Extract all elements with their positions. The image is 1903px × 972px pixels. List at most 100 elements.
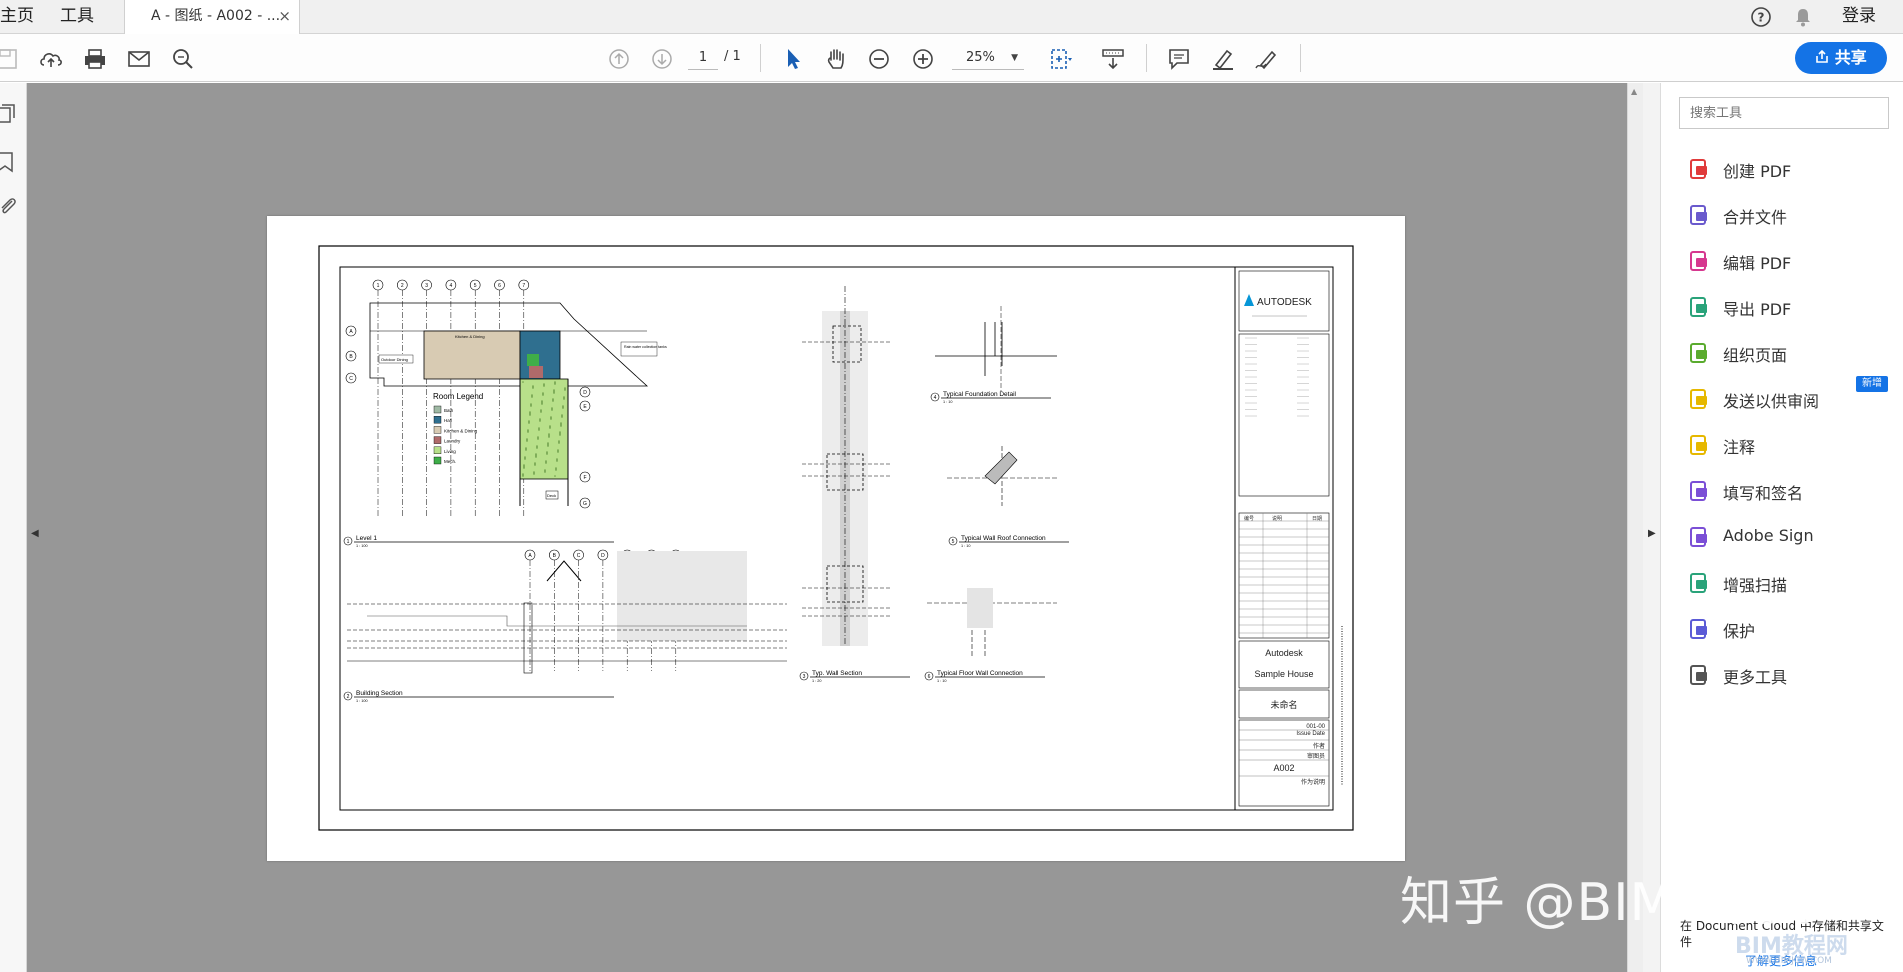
document-tab[interactable]: A - 图纸 - A002 - ... ×: [124, 0, 300, 35]
tool-protect[interactable]: 保护: [1687, 615, 1897, 643]
tools-pane: 创建 PDF 合并文件编辑 PDF 导出 PDF 组织页面发送以供审阅注释填写和签名 A…: [1661, 83, 1903, 972]
tool-export-pdf[interactable]: 导出 PDF: [1687, 293, 1897, 321]
grid-bubble: E: [579, 400, 591, 412]
view-title-1: 1 Level 1 1 : 100: [343, 535, 614, 548]
search-icon[interactable]: [170, 46, 196, 72]
edit-pdf-icon: [1687, 249, 1711, 273]
help-icon[interactable]: ?: [1750, 0, 1772, 34]
tool-more-tools[interactable]: 更多工具: [1687, 661, 1897, 689]
svg-text:4: 4: [450, 283, 453, 289]
logo-text: AUTODESK: [1257, 297, 1312, 308]
svg-text:1 : 100: 1 : 100: [356, 699, 368, 703]
section-grid-bubble: A: [524, 549, 536, 671]
title-block: AUTODESK 编号 说明 日期 Autodesk Sample House …: [1234, 266, 1343, 811]
export-pdf-icon: [1687, 295, 1711, 319]
grid-bubble: D: [579, 386, 591, 398]
fit-page-icon[interactable]: [1048, 46, 1074, 72]
vertical-scrollbar[interactable]: ▲: [1627, 83, 1643, 972]
title-reviewer: 审图员: [1307, 752, 1325, 760]
zoom-level-select[interactable]: 25% ▼: [952, 46, 1024, 70]
svg-text:Living: Living: [444, 449, 456, 454]
tool-label: 发送以供审阅: [1723, 392, 1820, 411]
legend-item: Mech.: [433, 456, 456, 465]
title-project: Sample House: [1254, 669, 1313, 679]
svg-text:1: 1: [347, 539, 350, 545]
send-for-review-icon: [1687, 387, 1711, 411]
login-link[interactable]: 登录: [1842, 0, 1876, 34]
zoom-out-icon[interactable]: [866, 46, 892, 72]
tool-label: 注释: [1723, 438, 1756, 457]
svg-text:3: 3: [803, 674, 806, 680]
svg-text:Level 1: Level 1: [356, 535, 377, 542]
architectural-drawing: AUTODESK 编号 说明 日期 Autodesk Sample House …: [318, 245, 1354, 831]
comment-icon[interactable]: [1166, 46, 1192, 72]
scroll-mode-icon[interactable]: [1100, 46, 1126, 72]
pdf-page: AUTODESK 编号 说明 日期 Autodesk Sample House …: [267, 216, 1405, 861]
svg-text:1: 1: [377, 283, 380, 289]
tool-adobe-sign[interactable]: Adobe Sign: [1687, 523, 1897, 551]
tool-label: 填写和签名: [1723, 484, 1804, 503]
collapse-tools-pane-icon[interactable]: ▶: [1648, 528, 1656, 539]
next-page-icon[interactable]: [649, 46, 675, 72]
highlight-pen-icon[interactable]: [1210, 46, 1236, 72]
bookmark-icon[interactable]: [0, 151, 20, 173]
fill-sign-icon: [1687, 479, 1711, 503]
toolbar-divider: [1300, 44, 1301, 72]
bell-icon[interactable]: [1792, 0, 1814, 34]
tool-organize-pages[interactable]: 组织页面: [1687, 339, 1897, 367]
protect-icon: [1687, 617, 1711, 641]
tool-enhance-scan[interactable]: 增强扫描: [1687, 569, 1897, 597]
collapse-left-panel-icon[interactable]: ◀: [31, 528, 39, 539]
tool-create-pdf[interactable]: 创建 PDF: [1687, 155, 1897, 183]
tool-combine-files[interactable]: 合并文件: [1687, 201, 1897, 229]
previous-page-icon[interactable]: [606, 46, 632, 72]
tool-fill-sign[interactable]: 填写和签名: [1687, 477, 1897, 505]
toolbar-divider: [760, 44, 761, 72]
view-title-6: 6 Typical Floor Wall Connection 1 : 10: [924, 670, 1045, 683]
print-icon[interactable]: [82, 46, 108, 72]
page-number-input[interactable]: [688, 46, 718, 70]
combine-files-icon: [1687, 203, 1711, 227]
grid-bubble: 2: [397, 279, 408, 516]
grid-bubble: 1: [372, 279, 384, 516]
share-button[interactable]: 共享: [1795, 42, 1887, 74]
detail-views: [927, 306, 1057, 656]
tools-search-input[interactable]: [1679, 97, 1889, 129]
grid-bubble: B: [345, 350, 357, 362]
section-grid-bubble: D: [597, 549, 609, 671]
scroll-up-icon[interactable]: ▲: [1631, 87, 1637, 96]
tool-label: 更多工具: [1723, 668, 1788, 687]
svg-text:1 : 10: 1 : 10: [961, 544, 971, 548]
autodesk-logo-icon: [1244, 294, 1254, 306]
nav-tools[interactable]: 工具: [60, 0, 94, 34]
new-badge: 新增: [1856, 376, 1888, 392]
grid-bubble: F: [579, 471, 591, 483]
more-tools-icon: [1687, 663, 1711, 687]
attachment-icon[interactable]: [0, 195, 20, 217]
close-icon[interactable]: ×: [278, 0, 291, 33]
tool-label: 组织页面: [1723, 346, 1788, 365]
title-unnamed: 未命名: [1270, 699, 1297, 710]
tool-label: 编辑 PDF: [1723, 254, 1792, 273]
hand-tool-icon[interactable]: [823, 46, 849, 72]
sign-icon[interactable]: [1254, 46, 1280, 72]
left-navigation-rail: [0, 83, 27, 972]
adobe-sign-icon: [1687, 525, 1711, 549]
zoom-level-value: 25%: [966, 50, 995, 65]
nav-home[interactable]: 主页: [0, 0, 34, 34]
upload-cloud-icon[interactable]: [38, 46, 64, 72]
select-cursor-icon[interactable]: [780, 46, 806, 72]
zoom-in-icon[interactable]: [910, 46, 936, 72]
tool-comment[interactable]: 注释: [1687, 431, 1897, 459]
svg-text:Building Section: Building Section: [356, 690, 403, 697]
main-toolbar: / 1 25% ▼: [0, 34, 1903, 82]
page-total: / 1: [724, 49, 741, 64]
tool-edit-pdf[interactable]: 编辑 PDF: [1687, 247, 1897, 275]
typical-wall-section: [802, 286, 892, 646]
page-thumbnails-icon[interactable]: [0, 103, 20, 125]
share-icon: [1816, 49, 1829, 63]
plan-label-outdoor: Outdoor Dining: [381, 357, 408, 362]
save-icon[interactable]: [0, 46, 26, 72]
email-icon[interactable]: [126, 46, 152, 72]
svg-text:Typical Floor Wall Connection: Typical Floor Wall Connection: [937, 670, 1023, 677]
